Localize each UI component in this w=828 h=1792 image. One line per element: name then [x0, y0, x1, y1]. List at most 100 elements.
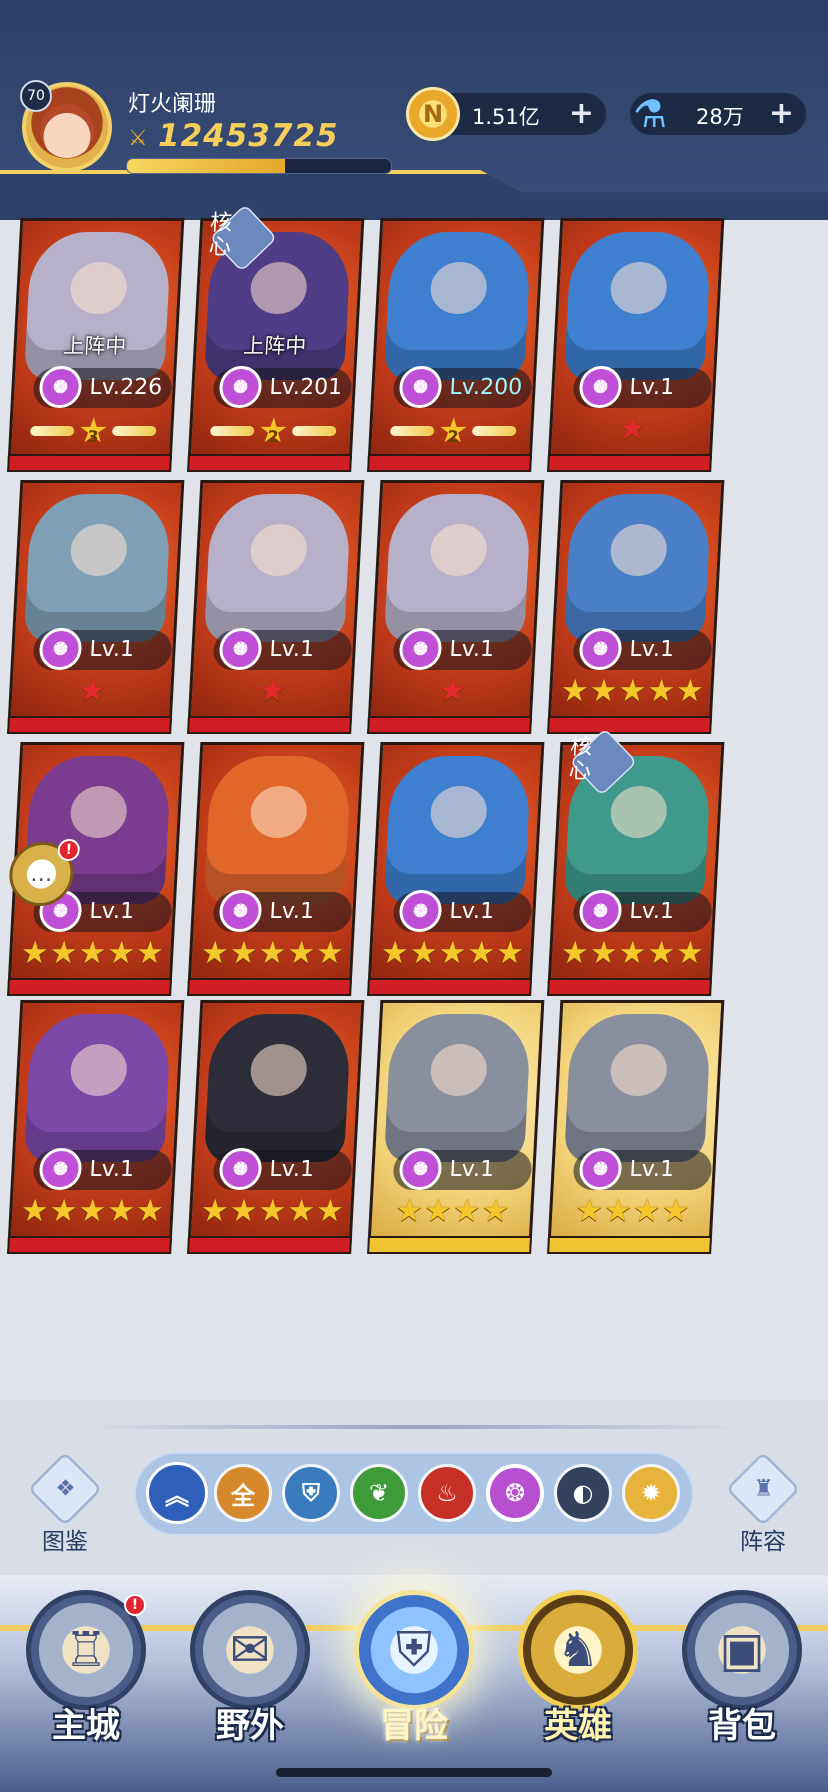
star-icon: ★ — [423, 1193, 453, 1229]
hero-card[interactable]: ❂ Lv.1 ★ ★ ★ ★ ★ — [359, 732, 551, 996]
codex-button[interactable]: ❖ 图鉴 — [20, 1448, 110, 1560]
hero-level: Lv.1 — [628, 375, 675, 400]
shadow-faction-icon: ❂ — [398, 366, 443, 408]
hero-level: Lv.201 — [268, 375, 343, 400]
hero-level: Lv.1 — [628, 899, 675, 924]
core-badge: 核心 — [568, 735, 593, 784]
hero-card[interactable]: ❂ Lv.1 ★ ★ ★ ★ ★ — [539, 470, 731, 734]
lineup-label: 阵容 — [740, 1529, 786, 1555]
shadow-faction-icon: ❂ — [578, 366, 623, 408]
star-icon: ★ — [394, 1193, 424, 1229]
potion-amount: 28万 — [696, 105, 744, 129]
star-icon: ★ — [48, 935, 79, 971]
nav-label: 主城 — [52, 1706, 120, 1746]
star-icon: ★ — [559, 673, 590, 709]
deployed-status: 上阵中 — [62, 334, 127, 358]
hero-card[interactable]: ❂ Lv.1 ★ — [539, 208, 731, 472]
card-bottom-bar — [547, 1236, 713, 1254]
nav-label: 背包 — [708, 1706, 776, 1746]
hero-level: Lv.226 — [88, 375, 163, 400]
star-icon: ★ — [199, 935, 230, 971]
hero-card[interactable]: ❂ Lv.1 ★ ★ ★ ★ ★ 核心 — [539, 728, 731, 996]
shadow-faction-icon: ❂ — [578, 628, 623, 670]
star-icon: ★ 2 — [255, 411, 291, 451]
star-rank-badge: ★ 2 — [196, 411, 350, 451]
hero-card[interactable]: ❂ Lv.1 ★ — [359, 470, 551, 734]
add-potion-button[interactable]: + — [769, 96, 794, 131]
star-icon: ★ — [646, 935, 676, 971]
star-icon: ★ — [19, 935, 50, 971]
lineup-button[interactable]: ♜ 阵容 — [718, 1448, 808, 1560]
nav-item[interactable]: ⛨ 冒险 — [344, 1590, 484, 1780]
shadow-faction-icon: ❂ — [578, 890, 623, 932]
star-icon: ★ — [315, 1193, 345, 1229]
hero-level-pill: ❂ Lv.1 — [32, 628, 173, 670]
hero-card[interactable]: 上阵中 ❂ Lv.201 ★ 2 核心 — [179, 204, 371, 472]
wing-left — [389, 426, 435, 436]
backpack-icon: ▣ — [682, 1590, 802, 1710]
hero-level: Lv.1 — [448, 637, 495, 662]
tree-icon[interactable]: ❦ — [350, 1464, 408, 1522]
hero-level: Lv.1 — [268, 1157, 315, 1182]
star-icon: ★ — [77, 673, 108, 709]
hero-portrait — [383, 232, 532, 380]
star-icon: ★ — [286, 1193, 316, 1229]
hero-card[interactable]: ❂ Lv.1 ★ — [0, 470, 191, 734]
star-icon: ★ — [257, 673, 288, 709]
player-level-badge: 70 — [20, 80, 52, 112]
hero-card[interactable]: ❂ Lv.1 ★ ★ ★ ★ — [539, 990, 731, 1254]
nav-item[interactable]: ♞ 英雄 — [508, 1590, 648, 1780]
card-bottom-bar — [187, 1236, 353, 1254]
star-icon: ★ — [257, 1193, 288, 1229]
star-icon: ★ — [617, 935, 648, 971]
add-gold-button[interactable]: + — [569, 96, 594, 131]
sun-icon[interactable]: ✹ — [622, 1464, 680, 1522]
gold-currency: N 1.51亿 + — [406, 87, 606, 141]
hero-level: Lv.1 — [628, 637, 675, 662]
hero-card[interactable]: ❂ Lv.1 ★ ★ ★ ★ ★ — [179, 732, 371, 996]
hero-level-pill: ❂ Lv.1 — [392, 890, 533, 932]
nav-item[interactable]: ▣ 背包 — [672, 1590, 812, 1780]
home-indicator[interactable] — [276, 1768, 552, 1777]
hero-card[interactable]: 上阵中 ❂ Lv.226 ★ 3 — [0, 208, 191, 472]
hero-level-pill: ❂ Lv.1 — [392, 1148, 533, 1190]
star-icon: ★ — [617, 673, 648, 709]
star-icon: ★ — [480, 1193, 511, 1229]
hero-card[interactable]: ❂ Lv.1 ★ ★ ★ ★ ★…! — [0, 732, 191, 996]
combat-power-icon: ⚔ — [128, 126, 148, 151]
nav-item[interactable]: ✉ 野外 — [180, 1590, 320, 1780]
hero-card[interactable]: ❂ Lv.200 ★ 2 — [359, 208, 551, 472]
hero-level-pill: ❂ Lv.1 — [392, 628, 533, 670]
codex-label: 图鉴 — [42, 1529, 88, 1555]
flame-icon[interactable]: ♨ — [418, 1464, 476, 1522]
hero-portrait — [563, 232, 712, 380]
hero-portrait — [383, 494, 532, 642]
nav-item[interactable]: ♖ 主城! — [16, 1590, 156, 1780]
star-icon: ★ — [437, 935, 468, 971]
moon-icon[interactable]: ◐ — [554, 1464, 612, 1522]
shadow-faction-icon: ❂ — [398, 628, 443, 670]
hero-card[interactable]: ❂ Lv.1 ★ — [179, 470, 371, 734]
star-rating: ★ ★ ★ ★ ★ — [12, 1193, 172, 1229]
combat-power-value: 12453725 — [158, 118, 339, 154]
all-icon[interactable]: 全 — [214, 1464, 272, 1522]
wing-right — [471, 426, 517, 436]
hero-level-pill: ❂ Lv.1 — [572, 628, 713, 670]
hero-card[interactable]: ❂ Lv.1 ★ ★ ★ ★ — [359, 990, 551, 1254]
nav-label: 冒险 — [380, 1706, 448, 1746]
shadow-icon[interactable]: ❂ — [486, 1464, 544, 1522]
faction-filter-bar: ︽ 全 ⛨ ❦ ♨ ❂ ◐ ✹ — [134, 1452, 694, 1536]
nav-label: 英雄 — [544, 1706, 612, 1746]
hero-card[interactable]: ❂ Lv.1 ★ ★ ★ ★ ★ — [0, 990, 191, 1254]
star-count: 3 — [86, 427, 100, 446]
wing-right — [111, 426, 157, 436]
star-icon: ★ — [106, 935, 136, 971]
star-rating: ★ — [12, 673, 172, 709]
hero-level-pill: ❂ Lv.1 — [212, 628, 353, 670]
hero-level-pill: ❂ Lv.201 — [212, 366, 353, 408]
helmet-icon[interactable]: ⛨ — [282, 1464, 340, 1522]
hero-card[interactable]: ❂ Lv.1 ★ ★ ★ ★ ★ — [179, 990, 371, 1254]
wing-left — [209, 426, 255, 436]
star-icon: ★ — [466, 935, 496, 971]
chevron-up-icon[interactable]: ︽ — [146, 1462, 208, 1524]
